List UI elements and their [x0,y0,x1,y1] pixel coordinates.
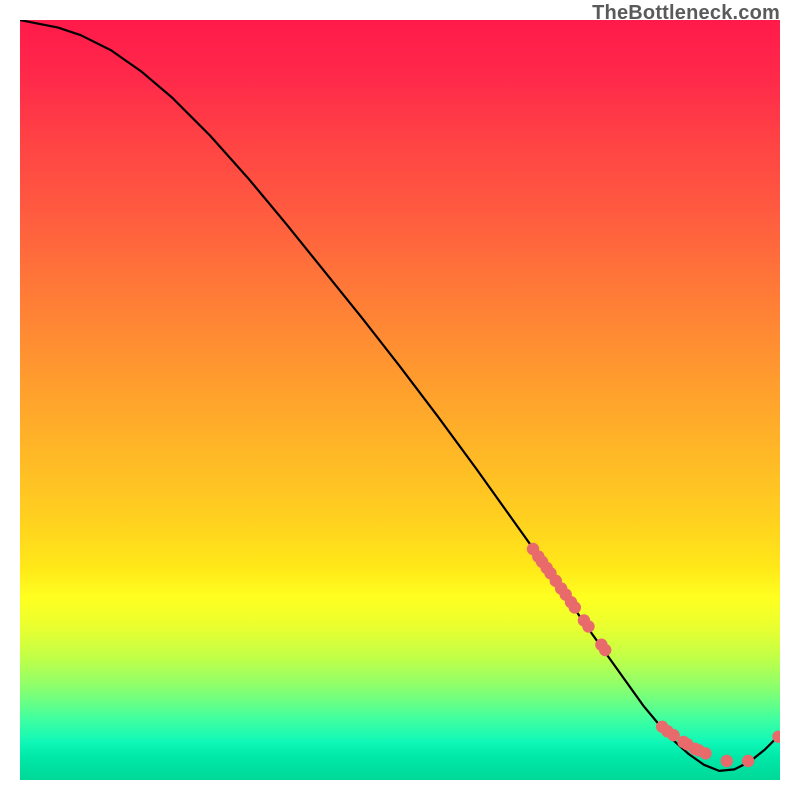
data-point [569,601,581,613]
data-point [699,747,711,759]
plot-area [20,20,780,780]
data-point [721,755,733,767]
data-point [582,620,594,632]
curve-line [20,20,780,771]
chart-svg [20,20,780,780]
data-point [742,755,754,767]
data-point [599,644,611,656]
chart-container: TheBottleneck.com [0,0,800,800]
